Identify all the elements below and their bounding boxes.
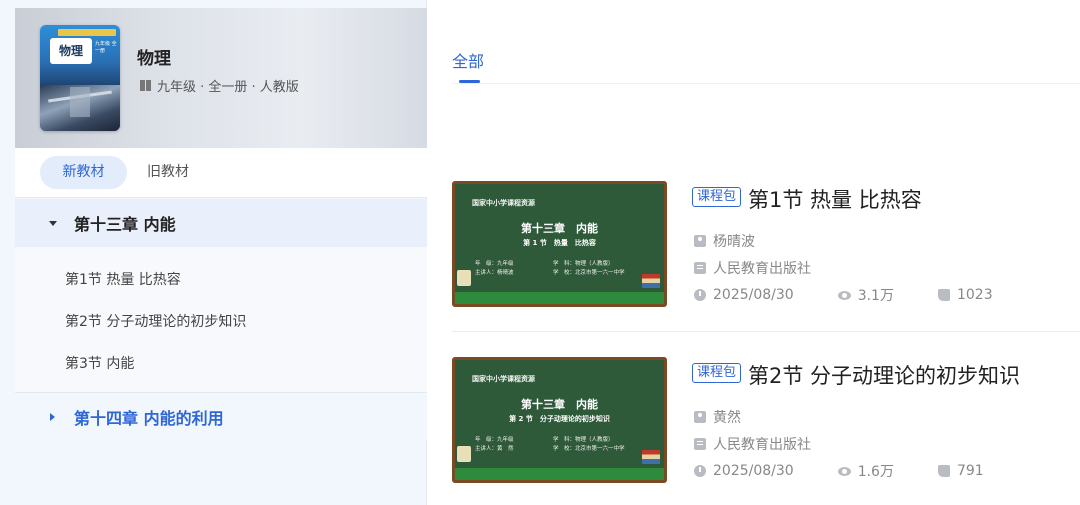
course-card[interactable]: 国家中小学课程资源 第十三章 内能 第 1 节 热量 比热容 年 级：九年级 主… [452, 181, 1080, 311]
section-list: 第1节 热量 比热容 第2节 分子动理论的初步知识 第3节 内能 [15, 247, 427, 392]
publisher-row: 人民教育出版社 [694, 434, 811, 454]
book-title: 物理 [137, 49, 171, 69]
thumbnail-decoration [457, 270, 471, 286]
clock-icon [694, 289, 706, 301]
course-card[interactable]: 国家中小学课程资源 第十三章 内能 第 2 节 分子动理论的初步知识 年 级：九… [452, 357, 1080, 487]
thumbnail-grade: 年 级：九年级 [475, 261, 514, 267]
thumbnail-chapter: 第十三章 内能 [521, 222, 598, 235]
book-cover[interactable]: 物理 九年级 全一册 [40, 25, 120, 131]
section-item[interactable]: 第2节 分子动理论的初步知识 [65, 311, 246, 331]
stats-row: 2025/08/30 3.1万 1023 [694, 285, 993, 305]
view-count: 3.1万 [857, 288, 894, 304]
tab-new-edition[interactable]: 新教材 [40, 156, 127, 189]
like-count: 791 [956, 463, 984, 479]
eye-icon [837, 466, 851, 476]
filter-tab-all[interactable]: 全部 [452, 48, 484, 72]
thumbnail-info-left: 年 级：九年级 主讲人：黄 然 [475, 436, 514, 454]
person-icon [694, 235, 706, 247]
publisher-row: 人民教育出版社 [694, 258, 811, 278]
tab-old-edition[interactable]: 旧教材 [147, 156, 189, 189]
thumbnail-section: 第 1 节 热量 比热容 [523, 239, 596, 247]
sidebar: 物理 九年级 全一册 物理 九年级 · 全一册 · 人教版 新教材 旧教材 第十… [0, 0, 427, 505]
thumbnail-subject: 学 科：物理（人教版） [553, 437, 614, 443]
cover-grade: 九年级 全一册 [95, 41, 117, 54]
thumbnail-info-right: 学 科：物理（人教版） 学 校：北京市第一六一中学 [553, 260, 625, 278]
like-count: 1023 [956, 287, 993, 303]
cover-title: 物理 [50, 38, 92, 64]
thumbs-up-icon [937, 289, 950, 301]
thumbnail-floor [455, 468, 664, 480]
book-header: 物理 九年级 全一册 物理 九年级 · 全一册 · 人教版 [15, 8, 427, 148]
course-thumbnail[interactable]: 国家中小学课程资源 第十三章 内能 第 2 节 分子动理论的初步知识 年 级：九… [452, 357, 667, 483]
section-item[interactable]: 第3节 内能 [65, 353, 134, 373]
edition-tabs: 新教材 旧教材 [15, 148, 427, 198]
thumbnail-info-left: 年 级：九年级 主讲人：杨晴波 [475, 260, 514, 278]
thumbs-up-icon [937, 465, 950, 477]
thumbnail-section: 第 2 节 分子动理论的初步知识 [509, 415, 610, 423]
publisher-name: 人民教育出版社 [713, 261, 811, 277]
author-row: 黄然 [694, 407, 741, 427]
book-meta: 九年级 · 全一册 · 人教版 [140, 76, 299, 95]
publisher-icon [694, 438, 706, 450]
thumbnail-speaker: 主讲人：杨晴波 [475, 270, 514, 276]
thumbnail-school: 学 校：北京市第一六一中学 [553, 446, 625, 452]
author-row: 杨晴波 [694, 231, 755, 251]
chapter-title: 第十四章 内能的利用 [74, 408, 224, 428]
chapter-item-13[interactable]: 第十三章 内能 [15, 199, 427, 247]
course-title[interactable]: 第1节 热量 比热容 [748, 184, 922, 214]
thumbnail-decoration [457, 446, 471, 462]
author-name: 杨晴波 [713, 234, 755, 250]
course-package-badge: 课程包 [692, 363, 742, 383]
filter-divider [452, 83, 1080, 84]
book-icon [140, 80, 152, 91]
thumbnail-subject: 学 科：物理（人教版） [553, 261, 614, 267]
clock-icon [694, 465, 706, 477]
cover-image [40, 85, 120, 131]
thumbnail-speaker: 主讲人：黄 然 [475, 446, 514, 452]
caret-down-icon [49, 220, 57, 226]
thumbnail-floor [455, 292, 664, 304]
publish-date: 2025/08/30 [713, 463, 794, 479]
section-item[interactable]: 第1节 热量 比热容 [65, 269, 181, 289]
course-thumbnail[interactable]: 国家中小学课程资源 第十三章 内能 第 1 节 热量 比热容 年 级：九年级 主… [452, 181, 667, 307]
author-name: 黄然 [713, 410, 741, 426]
stats-row: 2025/08/30 1.6万 791 [694, 461, 984, 481]
view-count: 1.6万 [857, 464, 894, 480]
thumbnail-source: 国家中小学课程资源 [472, 375, 535, 383]
publisher-icon [694, 262, 706, 274]
eye-icon [837, 290, 851, 300]
course-title[interactable]: 第2节 分子动理论的初步知识 [748, 360, 1020, 390]
thumbnail-grade: 年 级：九年级 [475, 437, 514, 443]
thumbnail-school: 学 校：北京市第一六一中学 [553, 270, 625, 276]
thumbnail-source: 国家中小学课程资源 [472, 199, 535, 207]
books-icon [642, 274, 660, 288]
course-package-badge: 课程包 [692, 187, 742, 207]
thumbnail-chapter: 第十三章 内能 [521, 398, 598, 411]
publisher-name: 人民教育出版社 [713, 437, 811, 453]
chapter-title: 第十三章 内能 [74, 215, 176, 234]
person-icon [694, 411, 706, 423]
thumbnail-info-right: 学 科：物理（人教版） 学 校：北京市第一六一中学 [553, 436, 625, 454]
publish-date: 2025/08/30 [713, 287, 794, 303]
books-icon [642, 450, 660, 464]
card-divider [452, 331, 1080, 332]
book-meta-text: 九年级 · 全一册 · 人教版 [157, 80, 299, 95]
cover-band [58, 29, 116, 36]
caret-right-icon [50, 412, 55, 421]
chapter-item-14[interactable]: 第十四章 内能的利用 [15, 392, 427, 440]
